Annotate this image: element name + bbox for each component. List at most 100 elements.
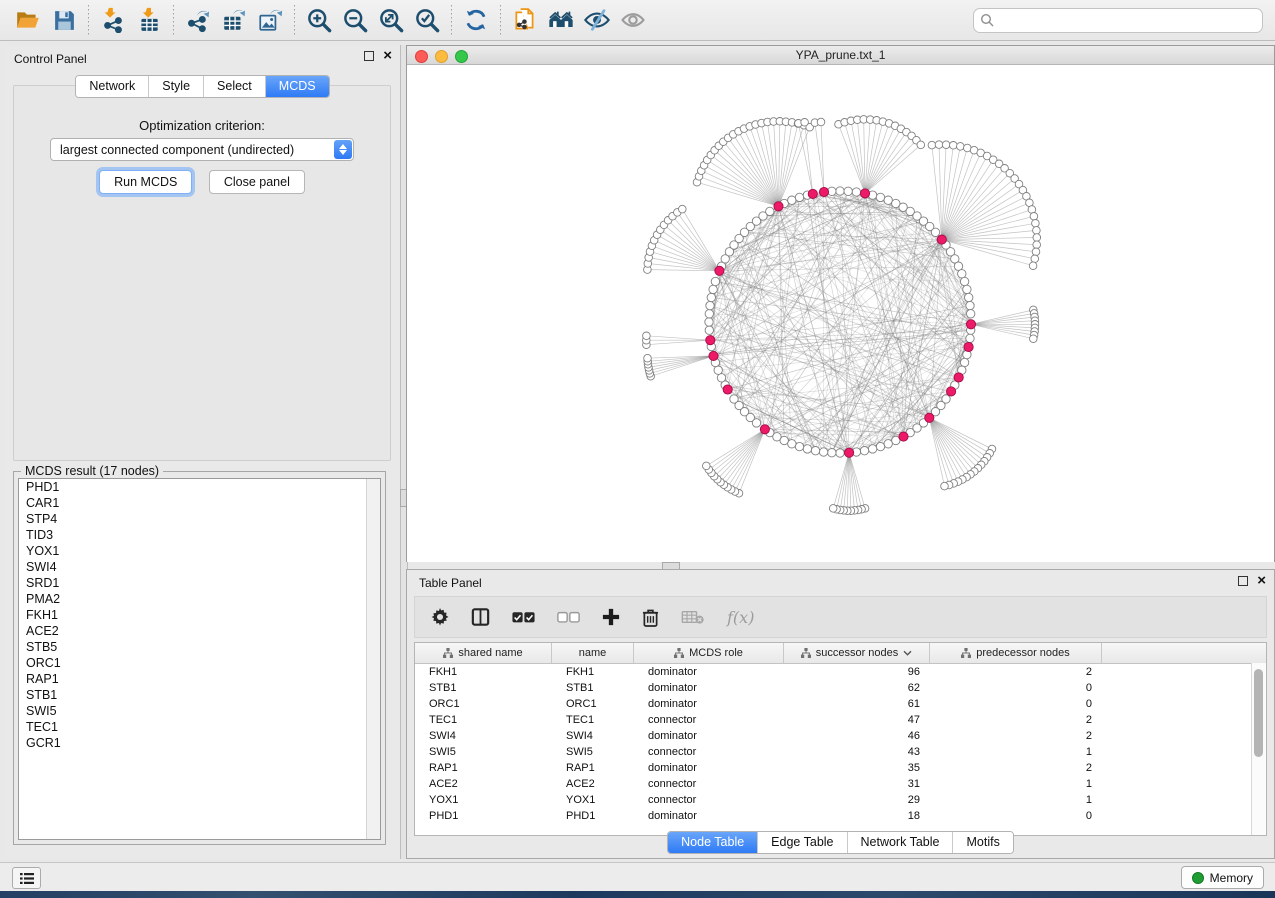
column-header-name[interactable]: name (552, 643, 634, 663)
network-node[interactable] (703, 462, 711, 470)
mcds-result-item[interactable]: SRD1 (19, 575, 380, 591)
network-node[interactable] (705, 310, 713, 318)
run-mcds-button[interactable]: Run MCDS (99, 170, 192, 194)
table-row[interactable]: ACE2ACE2connector311 (415, 776, 1266, 792)
table-cell[interactable]: YOX1 (552, 792, 634, 808)
table-cell[interactable]: 1 (930, 744, 1102, 760)
network-node[interactable] (876, 193, 884, 201)
table-cell[interactable]: 96 (784, 664, 930, 680)
network-node[interactable] (714, 366, 722, 374)
network-node[interactable] (801, 119, 809, 127)
network-node[interactable] (706, 301, 714, 309)
network-graph[interactable] (407, 65, 1274, 562)
home-networks-button[interactable] (543, 3, 579, 37)
table-cell[interactable]: 35 (784, 760, 930, 776)
table-cell[interactable]: 0 (930, 680, 1102, 696)
network-node[interactable] (966, 301, 974, 309)
mcds-list-scrollbar[interactable] (366, 479, 380, 839)
network-node[interactable] (711, 277, 719, 285)
mcds-result-item[interactable]: ACE2 (19, 623, 380, 639)
network-node[interactable] (829, 505, 837, 513)
close-panel-icon[interactable]: × (383, 51, 392, 61)
network-node[interactable] (723, 385, 732, 394)
table-cell[interactable]: TEC1 (415, 712, 552, 728)
table-cell[interactable]: STB1 (415, 680, 552, 696)
tab-node-table[interactable]: Node Table (668, 832, 758, 853)
network-node[interactable] (860, 189, 869, 198)
column-header-MCDS-role[interactable]: MCDS role (634, 643, 784, 663)
table-row[interactable]: SWI5SWI5connector431 (415, 744, 1266, 760)
table-cell[interactable]: SWI5 (415, 744, 552, 760)
table-row[interactable]: TEC1TEC1connector472 (415, 712, 1266, 728)
table-cell[interactable]: connector (634, 792, 784, 808)
network-node[interactable] (852, 188, 860, 196)
float-table-panel-icon[interactable] (1238, 576, 1248, 586)
table-cell[interactable]: SWI4 (415, 728, 552, 744)
network-node[interactable] (884, 440, 892, 448)
network-node[interactable] (868, 445, 876, 453)
table-cell[interactable]: 0 (930, 696, 1102, 712)
network-node[interactable] (788, 440, 796, 448)
table-cell[interactable]: ORC1 (552, 696, 634, 712)
network-node[interactable] (967, 310, 975, 318)
table-cell[interactable]: 43 (784, 744, 930, 760)
network-node[interactable] (679, 205, 687, 213)
network-node[interactable] (1029, 262, 1037, 270)
network-node[interactable] (937, 235, 946, 244)
zoom-out-button[interactable] (337, 3, 373, 37)
table-cell[interactable]: 62 (784, 680, 930, 696)
table-cell[interactable]: ACE2 (415, 776, 552, 792)
network-node[interactable] (1033, 227, 1041, 235)
deselect-all-button[interactable] (557, 611, 580, 624)
network-node[interactable] (947, 387, 956, 396)
table-cell[interactable]: 2 (930, 712, 1102, 728)
network-node[interactable] (860, 447, 868, 455)
table-cell[interactable]: dominator (634, 664, 784, 680)
network-node[interactable] (766, 207, 774, 215)
table-cell[interactable]: dominator (634, 760, 784, 776)
network-node[interactable] (706, 336, 715, 345)
open-folder-button[interactable] (10, 3, 46, 37)
table-settings-button[interactable] (431, 608, 449, 626)
table-cell[interactable]: SWI5 (552, 744, 634, 760)
tab-motifs[interactable]: Motifs (953, 832, 1012, 853)
network-node[interactable] (958, 270, 966, 278)
add-column-button[interactable] (602, 608, 620, 626)
tab-edge-table[interactable]: Edge Table (758, 832, 847, 853)
network-node[interactable] (730, 395, 738, 403)
zoom-fit-button[interactable] (373, 3, 409, 37)
mcds-result-item[interactable]: STB1 (19, 687, 380, 703)
column-header-predecessor-nodes[interactable]: predecessor nodes (930, 643, 1102, 663)
hide-selected-eye-button[interactable] (579, 3, 615, 37)
network-node[interactable] (925, 413, 934, 422)
table-cell[interactable]: 18 (784, 808, 930, 824)
table-cell[interactable]: dominator (634, 728, 784, 744)
table-cell[interactable]: YOX1 (415, 792, 552, 808)
mcds-result-item[interactable]: RAP1 (19, 671, 380, 687)
network-node[interactable] (941, 482, 949, 490)
tab-network-table[interactable]: Network Table (848, 832, 954, 853)
table-row[interactable]: ORC1ORC1dominator610 (415, 696, 1266, 712)
network-node[interactable] (876, 442, 884, 450)
network-canvas[interactable] (407, 65, 1274, 562)
mcds-result-list[interactable]: PHD1CAR1STP4TID3YOX1SWI4SRD1PMA2FKH1ACE2… (18, 478, 381, 840)
column-header-shared-name[interactable]: shared name (415, 643, 552, 663)
network-node[interactable] (966, 334, 974, 342)
table-cell[interactable]: dominator (634, 808, 784, 824)
function-builder-button-disabled[interactable]: f(x) (727, 608, 754, 627)
mcds-result-item[interactable]: SWI4 (19, 559, 380, 575)
clone-network-button[interactable] (507, 3, 543, 37)
table-cell[interactable]: 0 (930, 808, 1102, 824)
table-cell[interactable]: 47 (784, 712, 930, 728)
table-cell[interactable]: 2 (930, 760, 1102, 776)
network-node[interactable] (1033, 241, 1041, 249)
network-node[interactable] (935, 141, 943, 149)
table-scrollbar-thumb[interactable] (1254, 669, 1263, 757)
network-node[interactable] (954, 262, 962, 270)
mcds-result-item[interactable]: FKH1 (19, 607, 380, 623)
table-cell[interactable]: ORC1 (415, 696, 552, 712)
table-cell[interactable]: 1 (930, 776, 1102, 792)
network-node[interactable] (709, 285, 717, 293)
network-titlebar[interactable]: YPA_prune.txt_1 (407, 46, 1274, 65)
table-cell[interactable]: STB1 (552, 680, 634, 696)
